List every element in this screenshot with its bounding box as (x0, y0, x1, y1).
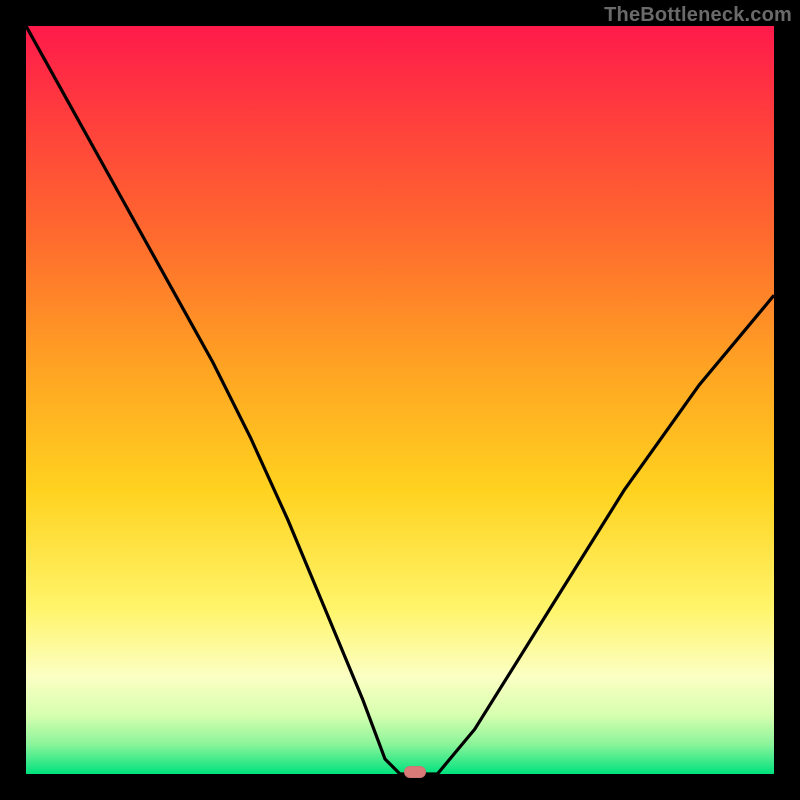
watermark-text: TheBottleneck.com (604, 4, 792, 27)
bottleneck-curve-path (26, 26, 774, 774)
optimal-marker (404, 766, 426, 778)
chart-frame: TheBottleneck.com (0, 0, 800, 800)
chart-plot-area (26, 26, 774, 774)
bottleneck-curve (26, 26, 774, 774)
